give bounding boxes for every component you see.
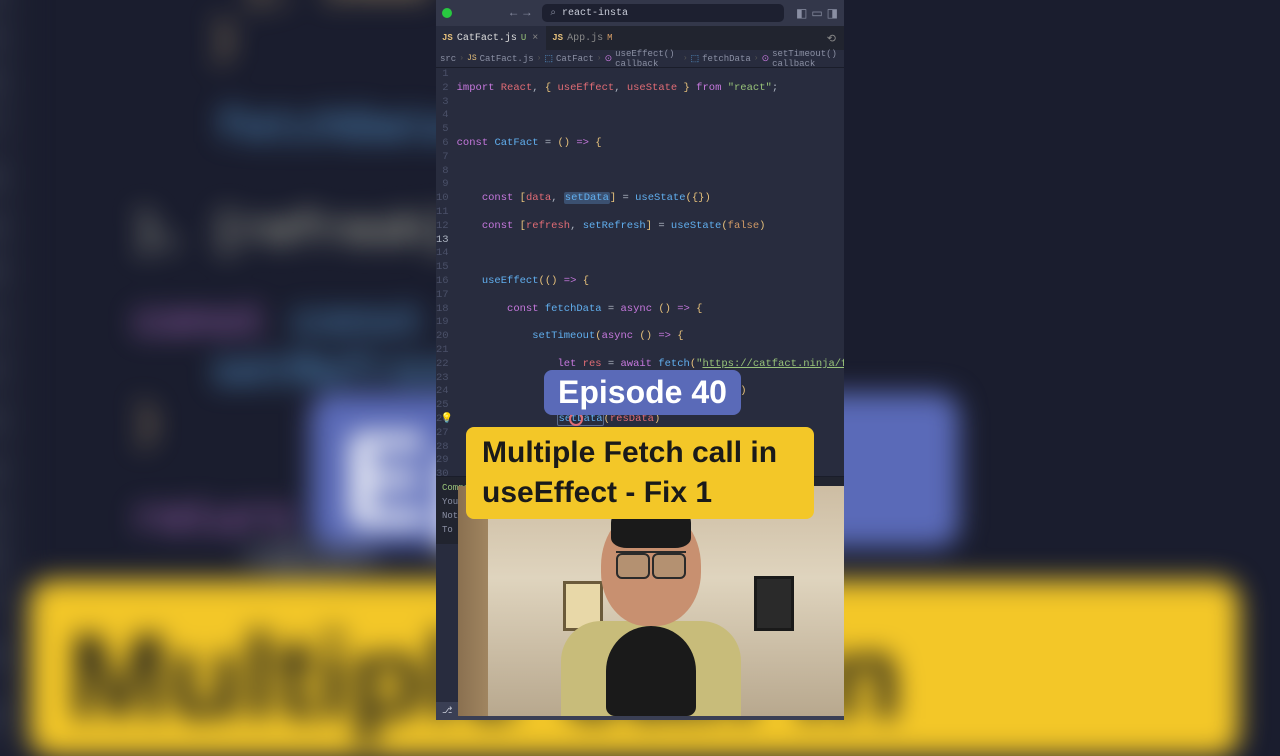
line-number-gutter: 1 2 3 4 5 6 7 8 9 10 11 12 13 14 15 16 1…	[436, 68, 457, 720]
close-icon[interactable]: ×	[532, 33, 538, 44]
panel-left-icon[interactable]: ◧	[796, 6, 807, 21]
window-title-bar: ← → ⌕ react-insta ◧ ▭ ◨	[436, 0, 844, 26]
lightbulb-icon[interactable]: 💡	[441, 413, 453, 427]
compare-changes-icon[interactable]: ⟲	[819, 28, 844, 50]
js-file-icon: JS	[552, 33, 563, 43]
breadcrumb[interactable]: src › JS CatFact.js › ⬚ CatFact › ⊙ useE…	[436, 50, 844, 68]
command-center[interactable]: ⌕ react-insta	[542, 4, 784, 22]
panel-right-icon[interactable]: ◨	[827, 6, 838, 21]
nav-back-icon[interactable]: ←	[510, 6, 517, 20]
search-icon: ⌕	[550, 7, 556, 19]
traffic-light-green[interactable]	[442, 8, 452, 18]
js-file-icon: JS	[442, 33, 453, 43]
editor-tab-bar: JS CatFact.js U × JS App.js M ⟲	[436, 26, 844, 50]
video-title-badge: Multiple Fetch call in useEffect - Fix 1	[466, 427, 814, 519]
panel-bottom-icon[interactable]: ▭	[811, 6, 822, 21]
tab-label: App.js	[567, 33, 603, 44]
tab-catfact[interactable]: JS CatFact.js U ×	[436, 26, 546, 50]
nav-forward-icon[interactable]: →	[523, 6, 530, 20]
git-status-badge: M	[607, 33, 612, 43]
episode-badge: Episode 40	[544, 370, 741, 415]
tab-label: CatFact.js	[457, 33, 517, 44]
webcam-feed	[458, 486, 844, 716]
project-name: react-insta	[562, 8, 628, 19]
tab-app[interactable]: JS App.js M	[546, 26, 620, 50]
git-status-badge: U	[521, 33, 526, 43]
